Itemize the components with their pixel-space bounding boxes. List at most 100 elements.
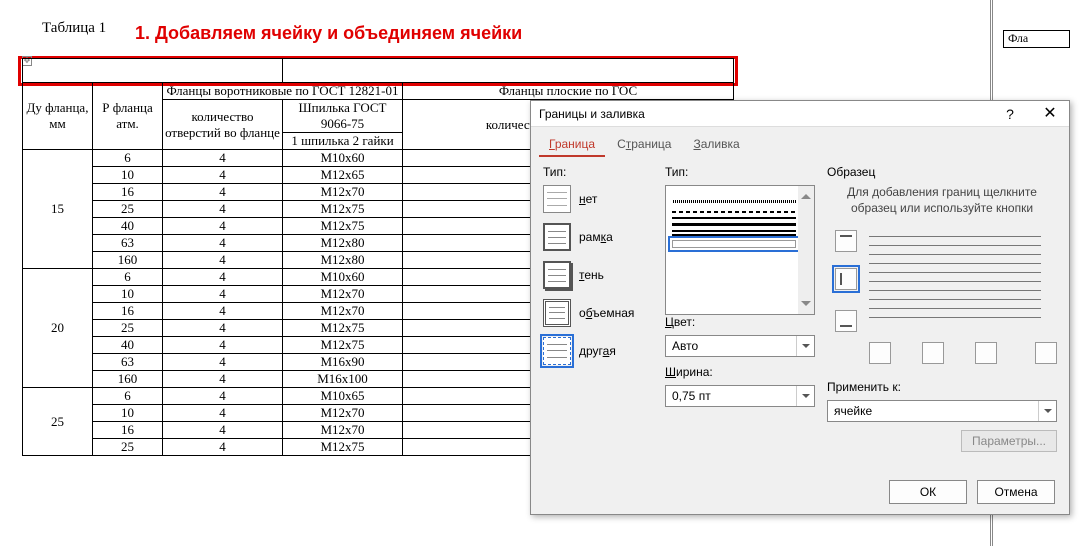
tab-page[interactable]: Страница xyxy=(607,133,681,157)
edge-top-button[interactable] xyxy=(835,230,857,252)
cell[interactable]: 4 xyxy=(163,150,283,167)
applyto-combo[interactable]: ячейке xyxy=(827,400,1057,422)
preset-other[interactable]: другая xyxy=(543,337,653,365)
cell[interactable]: М12x70 xyxy=(283,303,403,320)
applyto-label: Применить к: xyxy=(827,380,1057,394)
cell[interactable]: 4 xyxy=(163,167,283,184)
header-sh2: 1 шпилька 2 гайки xyxy=(283,133,403,150)
cell[interactable]: 160 xyxy=(93,371,163,388)
cell-du[interactable]: 15 xyxy=(23,150,93,269)
cell[interactable]: 10 xyxy=(93,167,163,184)
dialog-help-button[interactable]: ? xyxy=(991,101,1029,127)
cell[interactable]: 4 xyxy=(163,439,283,456)
cell[interactable]: М12x70 xyxy=(283,286,403,303)
cancel-button[interactable]: Отмена xyxy=(977,480,1055,504)
edge-diag2-button[interactable] xyxy=(975,342,997,364)
dialog-titlebar[interactable]: Границы и заливка ? ✕ xyxy=(531,101,1069,127)
cell[interactable]: 4 xyxy=(163,269,283,286)
cell[interactable]: 10 xyxy=(93,405,163,422)
header-qty1: количество отверстий во фланце xyxy=(163,100,283,150)
tab-border[interactable]: Граница xyxy=(539,133,605,157)
annotation-step-1: 1. Добавляем ячейку и объединяем ячейки xyxy=(135,23,522,44)
cell[interactable]: 4 xyxy=(163,286,283,303)
presets-label: Тип: xyxy=(543,165,653,179)
header-du: Ду фланца, мм xyxy=(23,83,93,150)
cell[interactable]: 6 xyxy=(93,388,163,405)
cell[interactable]: М12x70 xyxy=(283,184,403,201)
cell[interactable]: М12x80 xyxy=(283,252,403,269)
cell[interactable]: М12x70 xyxy=(283,422,403,439)
cell[interactable]: М16x90 xyxy=(283,354,403,371)
cell[interactable]: М12x65 xyxy=(283,167,403,184)
cell[interactable]: М10x60 xyxy=(283,269,403,286)
sample-label: Образец xyxy=(827,165,1057,179)
cell[interactable]: 16 xyxy=(93,303,163,320)
linetype-column: Тип: Цвет: Авто Ширина: 0,75 пт xyxy=(665,165,815,459)
cell[interactable]: 40 xyxy=(93,337,163,354)
cell[interactable]: М12x75 xyxy=(283,201,403,218)
width-combo[interactable]: 0,75 пт xyxy=(665,385,815,407)
cell[interactable]: 4 xyxy=(163,405,283,422)
width-label: Ширина: xyxy=(665,365,815,379)
cell[interactable]: М12x75 xyxy=(283,320,403,337)
cell[interactable]: 40 xyxy=(93,218,163,235)
cell[interactable]: М12x75 xyxy=(283,337,403,354)
cell[interactable]: 63 xyxy=(93,354,163,371)
edge-bottom-button[interactable] xyxy=(835,310,857,332)
dialog-title-text: Границы и заливка xyxy=(539,107,645,121)
edge-diag1-button[interactable] xyxy=(869,342,891,364)
cell[interactable]: 25 xyxy=(93,320,163,337)
cell[interactable]: 4 xyxy=(163,337,283,354)
edge-right-button[interactable] xyxy=(1035,342,1057,364)
preset-volume[interactable]: объемная xyxy=(543,299,653,327)
cell[interactable]: 4 xyxy=(163,388,283,405)
cell[interactable]: 160 xyxy=(93,252,163,269)
color-combo[interactable]: Авто xyxy=(665,335,815,357)
cell[interactable]: 4 xyxy=(163,371,283,388)
cell[interactable]: 4 xyxy=(163,252,283,269)
cell-du[interactable]: 20 xyxy=(23,269,93,388)
cell[interactable]: 16 xyxy=(93,184,163,201)
cell[interactable]: 25 xyxy=(93,201,163,218)
header-group1: Фланцы воротниковые по ГОСТ 12821-01 xyxy=(163,83,403,100)
cell[interactable]: 25 xyxy=(93,439,163,456)
line-style-scrollbar[interactable] xyxy=(798,186,814,314)
sample-hint: Для добавления границ щелкните образец и… xyxy=(831,185,1053,216)
cell[interactable]: М12x80 xyxy=(283,235,403,252)
cell[interactable]: 4 xyxy=(163,303,283,320)
cell[interactable]: 4 xyxy=(163,320,283,337)
dialog-close-button[interactable]: ✕ xyxy=(1031,101,1069,127)
cell[interactable]: 63 xyxy=(93,235,163,252)
preset-none[interactable]: нет xyxy=(543,185,653,213)
header-group2: Фланцы плоские по ГОС xyxy=(403,83,734,100)
cell[interactable]: 6 xyxy=(93,150,163,167)
cell[interactable]: М10x60 xyxy=(283,150,403,167)
cell[interactable]: 4 xyxy=(163,422,283,439)
tab-fill[interactable]: Заливка xyxy=(683,133,749,157)
cell[interactable]: 4 xyxy=(163,218,283,235)
preset-frame[interactable]: рамка xyxy=(543,223,653,251)
border-preview[interactable] xyxy=(827,226,1057,336)
header-sh: Шпилька ГОСТ 9066-75 xyxy=(283,100,403,133)
ok-button[interactable]: ОК xyxy=(889,480,967,504)
cell[interactable]: М12x75 xyxy=(283,439,403,456)
cell[interactable]: 4 xyxy=(163,184,283,201)
cell[interactable]: М16x100 xyxy=(283,371,403,388)
cell[interactable]: 6 xyxy=(93,269,163,286)
edge-midv-button[interactable] xyxy=(922,342,944,364)
edge-left-button[interactable] xyxy=(835,268,857,290)
cell[interactable]: М12x70 xyxy=(283,405,403,422)
cell[interactable]: 4 xyxy=(163,235,283,252)
cell[interactable]: М10x65 xyxy=(283,388,403,405)
preset-shadow[interactable]: тень xyxy=(543,261,653,289)
cell-du[interactable]: 25 xyxy=(23,388,93,456)
table-label: Таблица 1 xyxy=(42,20,106,37)
cell[interactable]: 4 xyxy=(163,201,283,218)
cell[interactable]: М12x75 xyxy=(283,218,403,235)
cell[interactable]: 10 xyxy=(93,286,163,303)
header-p: Р фланца атм. xyxy=(93,83,163,150)
sample-column: Образец Для добавления границ щелкните о… xyxy=(827,165,1057,459)
cell[interactable]: 16 xyxy=(93,422,163,439)
cell[interactable]: 4 xyxy=(163,354,283,371)
line-style-list[interactable] xyxy=(665,185,815,315)
